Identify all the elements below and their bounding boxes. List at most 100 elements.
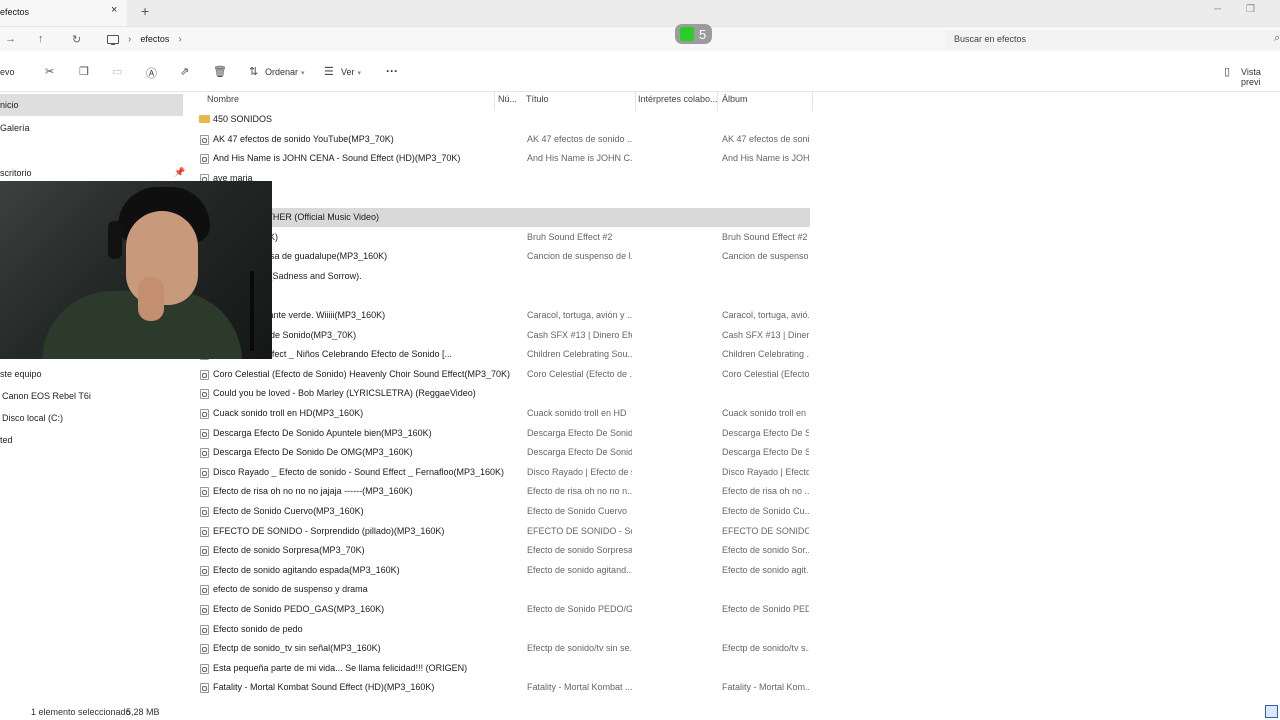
- breadcrumb[interactable]: › efectos ›: [107, 31, 182, 47]
- view-button[interactable]: Ver ▾: [341, 67, 361, 77]
- column-divider[interactable]: [635, 91, 636, 111]
- file-row[interactable]: AK 47 efectos de sonido YouTube(MP3_70K)…: [195, 130, 810, 149]
- file-row[interactable]: Descarga Efecto De Sonido De OMG(MP3_160…: [195, 443, 810, 462]
- audio-file-icon: [200, 663, 209, 674]
- more-options-icon[interactable]: ···: [386, 64, 398, 78]
- minimize-icon[interactable]: ─: [1214, 4, 1221, 15]
- rename-icon[interactable]: Ⓐ: [146, 65, 157, 81]
- file-album: AK 47 efectos de soni...: [722, 133, 809, 144]
- sidebar-item-network[interactable]: ted: [0, 435, 13, 445]
- monitor-icon: [107, 34, 119, 45]
- column-divider[interactable]: [812, 91, 813, 111]
- file-row[interactable]: Fatality - Mortal Kombat Sound Effect (H…: [195, 678, 810, 697]
- paste-icon[interactable]: ▭: [112, 65, 122, 78]
- file-title: Caracol, tortuga, avión y ...: [527, 310, 632, 320]
- webcam-hand: [138, 277, 164, 321]
- file-album: Descarga Efecto De S...: [722, 427, 809, 438]
- file-title: Efecto de sonido agitand...: [527, 564, 632, 575]
- file-title: Efecto de risa oh no no n...: [527, 486, 632, 497]
- file-title: Efectp de sonido/tv sin se...: [527, 643, 632, 654]
- file-album: Efecto de sonido agit...: [722, 564, 809, 575]
- file-row[interactable]: EFECTO DE SONIDO - Sorprendido (pillado)…: [195, 522, 810, 541]
- column-numero[interactable]: Nú...: [498, 94, 517, 104]
- copy-icon[interactable]: ❐: [79, 65, 89, 78]
- sidebar-item-disco-local[interactable]: Disco local (C:): [2, 413, 63, 423]
- cut-icon[interactable]: ✂: [45, 65, 54, 78]
- file-row[interactable]: Efecto de Sonido Cuervo(MP3_160K) Efecto …: [195, 502, 810, 521]
- file-row[interactable]: GRIDDY: [195, 188, 810, 207]
- file-row[interactable]: Dinero Efecto de Sonido(MP3_70K) Cash SFX…: [195, 326, 810, 345]
- file-title: Bruh Sound Effect #2: [527, 231, 613, 242]
- forward-icon[interactable]: →: [5, 33, 16, 45]
- file-row[interactable]: Efecto de sonido agitando espada(MP3_160…: [195, 561, 810, 580]
- audio-file-icon: [200, 448, 209, 459]
- file-row[interactable]: Disco Rayado _ Efecto de sonido - Sound …: [195, 463, 810, 482]
- webcam-overlay: [0, 181, 272, 359]
- file-row[interactable]: ating Sound Effect _ Niños Celebrando Ef…: [195, 345, 810, 364]
- file-row[interactable]: Efecto sonido de pedo: [195, 620, 810, 639]
- file-row[interactable]: efecto de sonido de suspenso y drama: [195, 580, 810, 599]
- file-name: Efectp de sonido_tv sin señal(MP3_160K): [213, 643, 381, 654]
- sidebar-item-galeria[interactable]: Galería: [0, 123, 30, 133]
- column-nombre[interactable]: Nombre: [207, 94, 239, 104]
- sort-button[interactable]: Ordenar ▾: [265, 67, 305, 77]
- file-row[interactable]: Esta pequeña parte de mi vida... Se llam…: [195, 659, 810, 678]
- file-album: Cancion de suspenso...: [722, 251, 809, 262]
- column-interpretes[interactable]: Intérpretes colabo...: [638, 94, 718, 104]
- file-title: EFECTO DE SONIDO - Sor...: [527, 525, 632, 536]
- column-album[interactable]: Álbum: [722, 94, 748, 104]
- audio-file-icon: [200, 428, 209, 439]
- search-input[interactable]: Buscar en efectos ⌕: [945, 30, 1280, 50]
- details-view-icon[interactable]: [1265, 705, 1278, 718]
- file-album: Efecto de risa oh no ...: [722, 486, 809, 497]
- file-title: Fatality - Mortal Kombat ...: [527, 682, 632, 693]
- file-row[interactable]: n_ avión y gigante verde. Wiiiii(MP3_160…: [195, 306, 810, 325]
- file-row[interactable]: Efecto de sonido Sorpresa(MP3_70K) Efecto…: [195, 541, 810, 560]
- close-tab-icon[interactable]: ×: [111, 4, 117, 16]
- preview-pane-button[interactable]: Vista previ: [1241, 67, 1280, 87]
- chevron-right-icon[interactable]: ›: [178, 34, 181, 45]
- sidebar-item-canon[interactable]: Canon EOS Rebel T6i: [2, 391, 91, 401]
- file-row[interactable]: cte de Naruto (Sadness and Sorrow).: [195, 267, 810, 286]
- column-titulo[interactable]: Título: [526, 94, 549, 104]
- file-row[interactable]: ave maria: [195, 169, 810, 188]
- file-row[interactable]: Could you be loved - Bob Marley (LYRICSL…: [195, 384, 810, 403]
- file-name: Efecto de Sonido Cuervo(MP3_160K): [213, 506, 364, 516]
- refresh-icon[interactable]: ↻: [72, 33, 81, 46]
- file-row[interactable]: And His Name is JOHN CENA - Sound Effect…: [195, 149, 810, 168]
- pin-icon: 📌: [174, 167, 186, 177]
- search-icon[interactable]: ⌕: [1274, 32, 1280, 45]
- column-divider[interactable]: [494, 91, 495, 111]
- file-row[interactable]: penso de la rosa de guadalupe(MP3_160K) C…: [195, 247, 810, 266]
- sidebar-item-escritorio[interactable]: scritorio: [0, 168, 32, 178]
- file-title: Cancion de suspenso de l...: [527, 251, 632, 262]
- column-divider[interactable]: [717, 91, 718, 111]
- audio-file-icon: [200, 565, 209, 576]
- file-row[interactable]: uchuwá: [195, 286, 810, 305]
- new-tab-button[interactable]: +: [141, 3, 149, 19]
- file-name: Coro Celestial (Efecto de Sonido) Heaven…: [213, 368, 510, 379]
- breadcrumb-efectos[interactable]: efectos: [140, 34, 169, 44]
- sidebar-item-este-equipo[interactable]: ste equipo: [0, 369, 42, 379]
- delete-icon[interactable]: 🗑: [213, 65, 227, 78]
- file-row[interactable]: Efecto de Sonido PEDO_GAS(MP3_160K) Efect…: [195, 600, 810, 619]
- audio-file-icon: [200, 546, 209, 557]
- overlay-badge: 5: [675, 24, 712, 44]
- file-row[interactable]: Descarga Efecto De Sonido Apuntele bien(…: [195, 424, 810, 443]
- tab-efectos[interactable]: efectos ×: [0, 0, 127, 26]
- file-row[interactable]: Coro Celestial (Efecto de Sonido) Heaven…: [195, 365, 810, 384]
- file-row[interactable]: Cuack sonido troll en HD(MP3_160K) Cuack …: [195, 404, 810, 423]
- restore-icon[interactable]: ❐: [1246, 4, 1255, 15]
- file-row[interactable]: Efecto de risa oh no no no jajaja ------…: [195, 482, 810, 501]
- search-placeholder: Buscar en efectos: [954, 34, 1027, 44]
- file-album: EFECTO DE SONIDO - ...: [722, 525, 809, 536]
- file-row[interactable]: Efectp de sonido_tv sin señal(MP3_160K) E…: [195, 639, 810, 658]
- new-button[interactable]: evo: [0, 67, 15, 77]
- file-row[interactable]: DS OF A FEATHER (Official Music Video): [195, 208, 810, 227]
- file-name: And His Name is JOHN CENA - Sound Effect…: [213, 153, 461, 164]
- file-row[interactable]: ct _2(MP3_70K)Bruh Sound Effect #2Bruh S…: [195, 228, 810, 247]
- up-icon[interactable]: ↑: [38, 33, 44, 45]
- share-icon[interactable]: ⇗: [180, 65, 189, 78]
- file-row[interactable]: 450 SONIDOS: [195, 110, 810, 129]
- sidebar-item-inicio[interactable]: nicio: [0, 100, 19, 110]
